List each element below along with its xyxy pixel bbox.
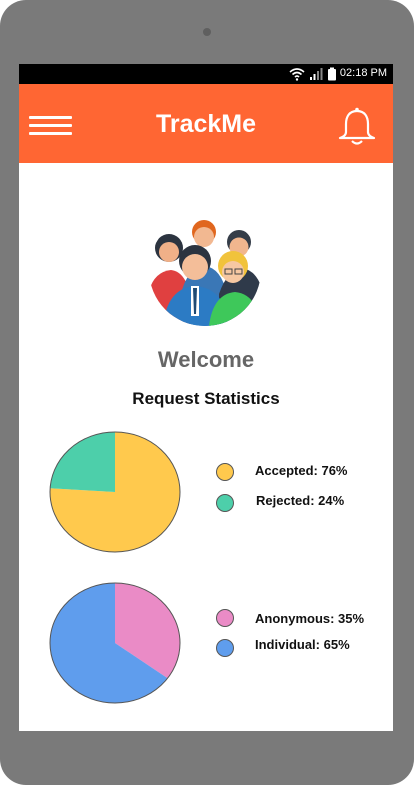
status-pie-chart	[49, 431, 181, 553]
bell-icon	[338, 107, 376, 145]
legend-swatch-anonymous	[216, 609, 234, 627]
signal-icon	[310, 68, 323, 80]
notification-button[interactable]	[337, 106, 377, 148]
phone-screen: 02:18 PM TrackMe Welcome Request Statist…	[19, 64, 393, 731]
pie-slice-rejected	[50, 432, 115, 492]
team-avatar	[149, 214, 261, 326]
battery-icon	[328, 67, 336, 81]
legend-rejected: Rejected: 24%	[256, 493, 345, 508]
stats-title: Request Statistics	[132, 389, 280, 408]
legend-accepted: Accepted: 76%	[255, 463, 348, 478]
wifi-icon	[289, 68, 305, 81]
status-time: 02:18 PM	[339, 67, 387, 79]
status-bar: 02:18 PM	[19, 64, 393, 84]
type-pie-chart	[49, 582, 181, 704]
legend-anonymous: Anonymous: 35%	[255, 611, 365, 626]
legend-swatch-accepted	[216, 463, 234, 481]
camera-dot	[203, 28, 211, 36]
legend-individual: Individual: 65%	[255, 637, 350, 652]
legend-swatch-rejected	[216, 494, 234, 512]
legend-swatch-individual	[216, 639, 234, 657]
device-frame: 02:18 PM TrackMe Welcome Request Statist…	[0, 0, 414, 785]
welcome-heading: Welcome	[157, 347, 255, 372]
app-bar: TrackMe	[19, 84, 393, 163]
